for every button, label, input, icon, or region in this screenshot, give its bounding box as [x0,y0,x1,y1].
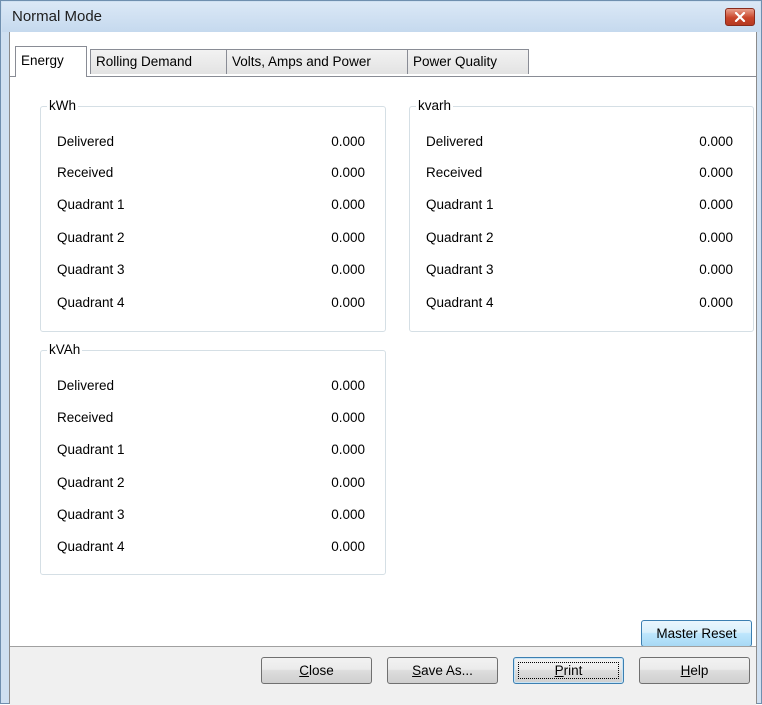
row-label: Quadrant 2 [57,230,125,245]
tab-strip: Energy Rolling Demand Volts, Amps and Po… [10,32,756,77]
row-label: Quadrant 4 [57,295,125,310]
kvah-row-quadrant-1: Quadrant 1 0.000 [57,440,365,460]
group-title: kvarh [416,98,454,114]
dialog-window: Normal Mode Energy Rolling Demand Volts,… [0,0,762,705]
help-button[interactable]: Help [639,657,750,684]
save-as-label-rest: ave As... [421,663,473,678]
print-button[interactable]: Print [513,657,624,684]
tab-volts-amps-power[interactable]: Volts, Amps and Power [226,49,408,74]
tab-energy[interactable]: Energy [15,46,87,77]
row-value: 0.000 [331,539,365,554]
row-label: Quadrant 3 [426,262,494,277]
row-label: Quadrant 2 [426,230,494,245]
row-label: Received [57,165,114,180]
close-button[interactable]: Close [261,657,372,684]
row-value: 0.000 [331,230,365,245]
row-value: 0.000 [331,442,365,457]
kvah-row-quadrant-4: Quadrant 4 0.000 [57,537,365,557]
save-as-button[interactable]: Save As... [387,657,498,684]
kwh-row-quadrant-2: Quadrant 2 0.000 [57,228,365,248]
help-label-rest: elp [690,663,709,678]
tab-label: Volts, Amps and Power [232,54,371,69]
tab-power-quality[interactable]: Power Quality [407,49,529,74]
row-label: Delivered [57,378,115,393]
energy-tab-panel: kWh Delivered 0.000 Received 0.000 Quadran… [10,76,756,647]
row-value: 0.000 [331,507,365,522]
close-window-button[interactable] [725,8,755,26]
row-value: 0.000 [699,230,733,245]
tab-label: Power Quality [413,54,498,69]
kvarh-group: kvarh Delivered 0.000 Received 0.000 Quadr… [409,98,754,332]
row-value: 0.000 [699,165,733,180]
group-title: kWh [47,98,78,114]
row-label: Delivered [57,134,115,149]
print-label-rest: rint [563,663,583,678]
row-label: Quadrant 4 [57,539,125,554]
button-bar: Close Save As... Print Help [10,646,756,705]
kwh-row-quadrant-3: Quadrant 3 0.000 [57,260,365,280]
dialog-client-area: Energy Rolling Demand Volts, Amps and Po… [9,32,757,705]
close-mnemonic: C [299,663,309,678]
master-reset-button[interactable]: Master Reset [641,620,752,647]
row-value: 0.000 [331,197,365,212]
row-value: 0.000 [331,475,365,490]
row-label: Quadrant 3 [57,262,125,277]
row-label: Delivered [426,134,484,149]
kwh-row-quadrant-4: Quadrant 4 0.000 [57,293,365,313]
row-value: 0.000 [331,134,365,149]
kvah-row-delivered: Delivered 0.000 [57,376,365,396]
print-mnemonic: P [554,663,564,678]
row-label: Quadrant 1 [57,442,125,457]
row-label: Quadrant 1 [57,197,125,212]
row-label: Quadrant 3 [57,507,125,522]
group-title: kVAh [47,342,83,358]
save-as-mnemonic: S [412,663,422,678]
row-value: 0.000 [699,262,733,277]
row-value: 0.000 [699,295,733,310]
close-icon [734,12,746,22]
kwh-group: kWh Delivered 0.000 Received 0.000 Quadran… [40,98,386,332]
row-value: 0.000 [331,378,365,393]
row-label: Quadrant 2 [57,475,125,490]
kwh-row-received: Received 0.000 [57,163,365,183]
row-label: Received [426,165,483,180]
kvarh-row-quadrant-2: Quadrant 2 0.000 [426,228,733,248]
close-label-rest: lose [308,663,334,678]
row-value: 0.000 [331,410,365,425]
tab-label: Energy [21,53,64,68]
tab-rolling-demand[interactable]: Rolling Demand [90,49,227,74]
kvarh-row-quadrant-4: Quadrant 4 0.000 [426,293,733,313]
row-value: 0.000 [331,165,365,180]
kvarh-row-quadrant-1: Quadrant 1 0.000 [426,195,733,215]
row-value: 0.000 [699,134,733,149]
row-value: 0.000 [699,197,733,212]
title-bar[interactable]: Normal Mode [2,2,760,32]
kvah-row-quadrant-3: Quadrant 3 0.000 [57,505,365,525]
tab-label: Rolling Demand [96,54,193,69]
window-title: Normal Mode [12,8,103,25]
kvarh-row-quadrant-3: Quadrant 3 0.000 [426,260,733,280]
row-value: 0.000 [331,295,365,310]
kvah-group: kVAh Delivered 0.000 Received 0.000 Quadra… [40,342,386,575]
kwh-row-delivered: Delivered 0.000 [57,132,365,152]
row-label: Quadrant 1 [426,197,494,212]
row-value: 0.000 [331,262,365,277]
kwh-row-quadrant-1: Quadrant 1 0.000 [57,195,365,215]
kvah-row-quadrant-2: Quadrant 2 0.000 [57,473,365,493]
kvarh-row-delivered: Delivered 0.000 [426,132,733,152]
kvarh-row-received: Received 0.000 [426,163,733,183]
row-label: Received [57,410,114,425]
help-mnemonic: H [680,663,691,678]
kvah-row-received: Received 0.000 [57,408,365,428]
row-label: Quadrant 4 [426,295,494,310]
